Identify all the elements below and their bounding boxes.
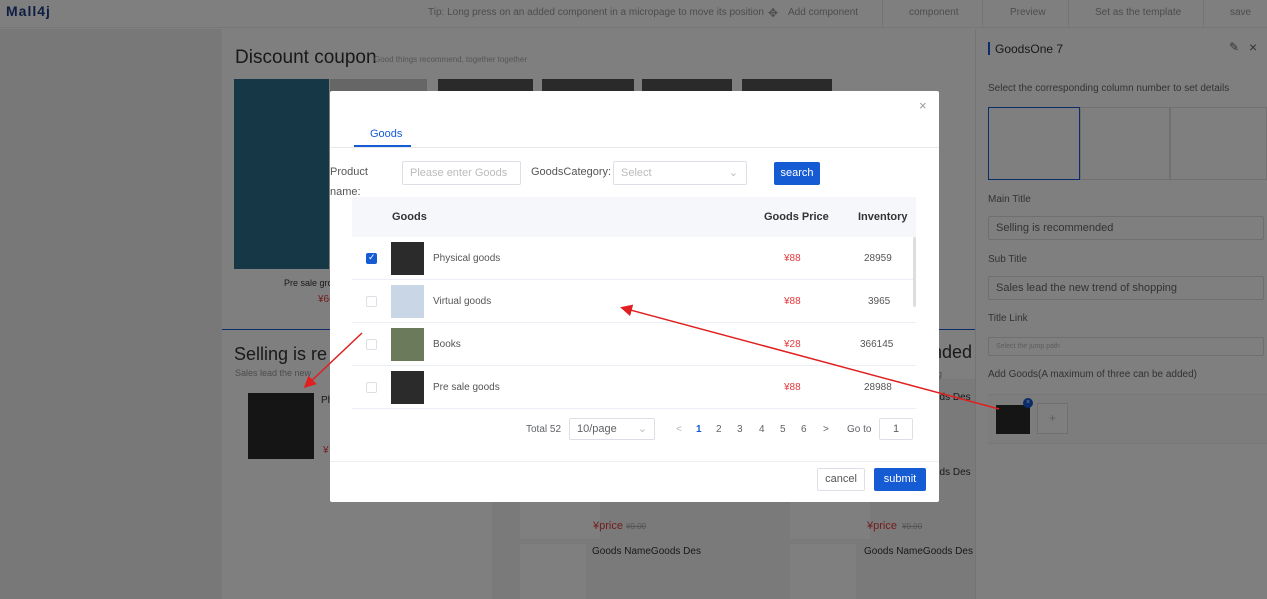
annotation-arrows bbox=[303, 304, 1000, 410]
arrow-to-product bbox=[303, 332, 363, 389]
arrow-to-table bbox=[620, 304, 1000, 410]
